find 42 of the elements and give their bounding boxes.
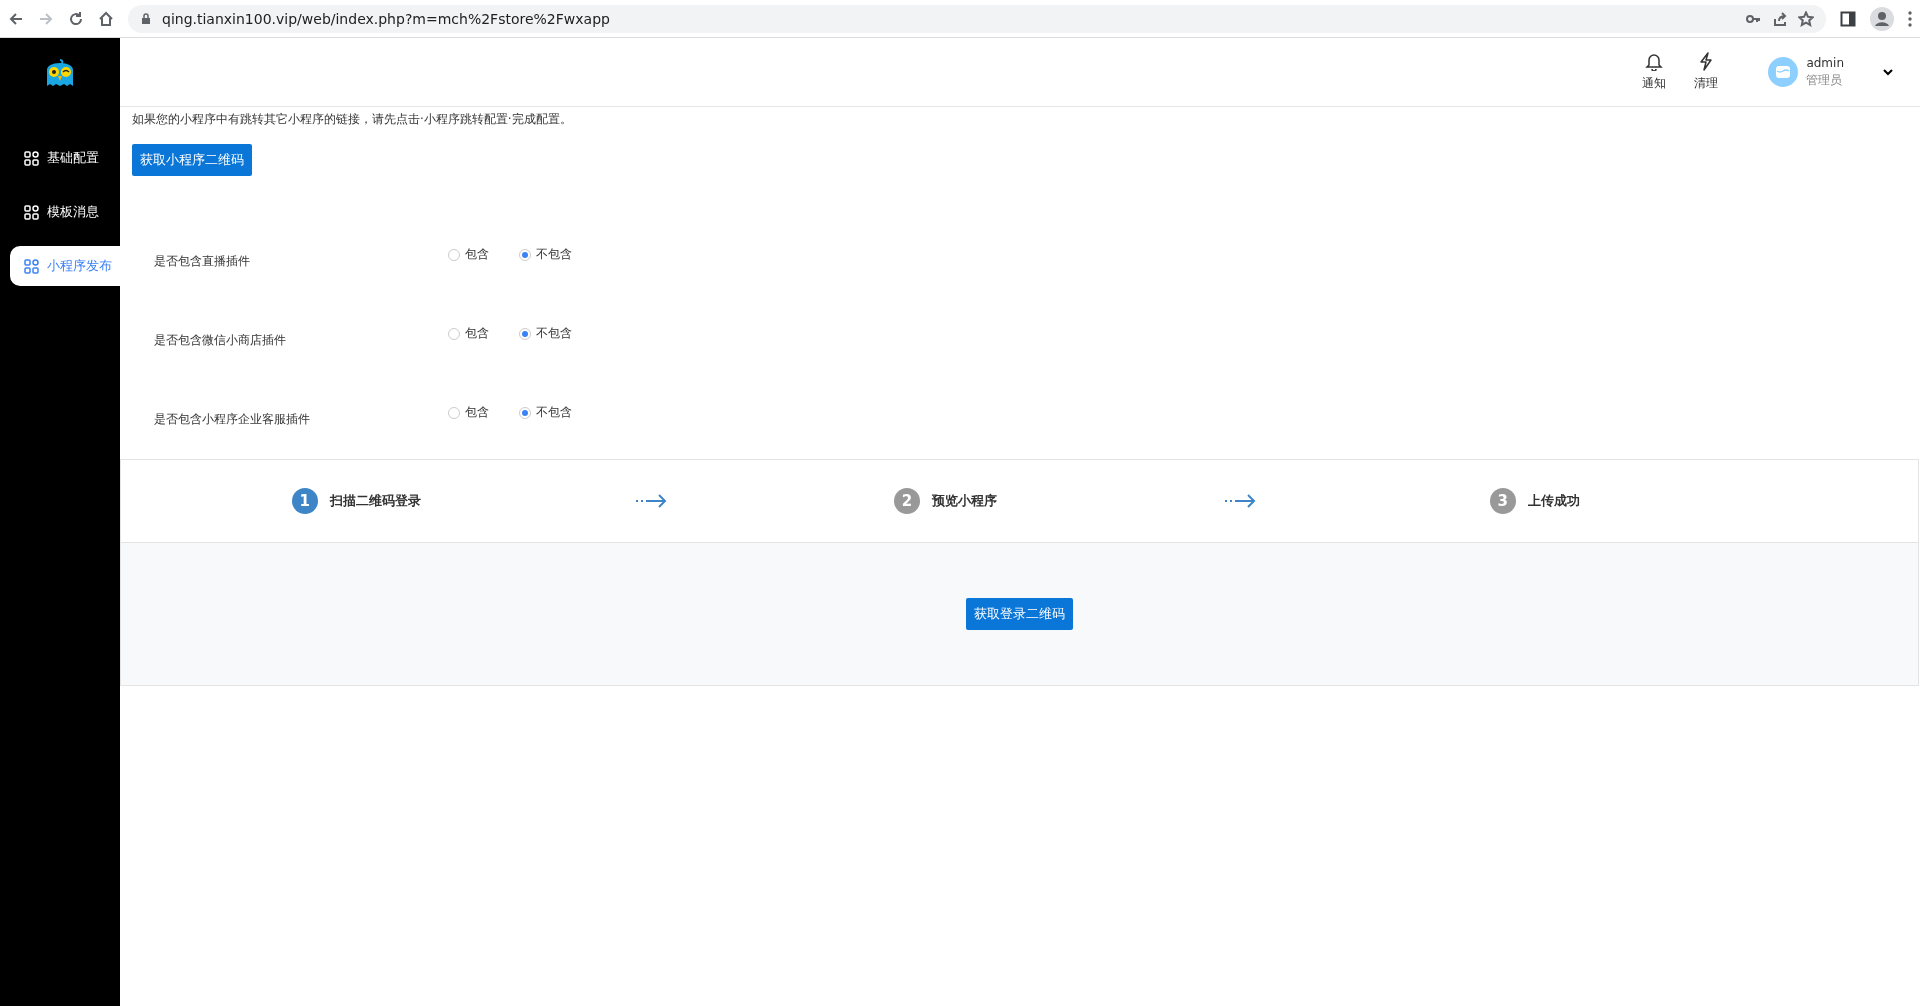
avatar-icon (1768, 57, 1799, 87)
user-name: admin (1806, 55, 1844, 70)
get-login-qr-button[interactable]: 获取登录二维码 (966, 598, 1073, 630)
radio-option[interactable]: 不包含 (519, 246, 572, 263)
chevron-down-icon[interactable] (1882, 67, 1894, 77)
star-icon[interactable] (1798, 10, 1814, 27)
notice-text: 如果您的小程序中有跳转其它小程序的链接，请先点击·小程序跳转配置·完成配置。 (132, 111, 573, 128)
side-panel-icon[interactable] (1840, 10, 1856, 27)
home-icon[interactable] (98, 10, 114, 27)
radio-option[interactable]: 不包含 (519, 325, 572, 342)
step-number: 3 (1489, 488, 1516, 514)
sidebar-item[interactable]: 基础配置 (10, 138, 120, 178)
option-label: 是否包含小程序企业客服插件 (154, 411, 311, 428)
lock-icon (140, 12, 152, 25)
option-label: 是否包含直播插件 (154, 253, 251, 270)
profile-icon[interactable] (1870, 6, 1894, 31)
user-role: 管理员 (1806, 71, 1844, 89)
radio-option[interactable]: 包含 (448, 246, 489, 263)
sidebar-item[interactable]: 模板消息 (10, 192, 120, 232)
step-number: 2 (894, 488, 920, 514)
more-icon[interactable] (1908, 10, 1912, 27)
bell-icon (1645, 52, 1664, 71)
step-label: 预览小程序 (932, 492, 997, 510)
get-qr-code-button[interactable]: 获取小程序二维码 (132, 144, 252, 176)
back-icon[interactable] (8, 10, 24, 27)
address-bar[interactable]: qing.tianxin100.vip/web/index.php?m=mch%2Fstore%2Fwxapp (128, 4, 1826, 33)
grid-icon (24, 258, 39, 274)
step-label: 上传成功 (1527, 492, 1580, 510)
grid-icon (24, 150, 39, 166)
header-action[interactable]: 清理 (1694, 52, 1719, 92)
reload-icon[interactable] (68, 10, 84, 27)
option-label: 是否包含微信小商店插件 (154, 332, 287, 349)
url-text: qing.tianxin100.vip/web/index.php?m=mch%2Fstore%2Fwxapp (162, 10, 611, 27)
grid-icon (24, 204, 39, 220)
sidebar-item[interactable]: 小程序发布 (10, 246, 120, 286)
share-icon[interactable] (1772, 10, 1788, 27)
step-label: 扫描二维码登录 (329, 492, 421, 510)
radio-option[interactable]: 不包含 (519, 404, 572, 421)
step-number: 1 (291, 488, 318, 514)
radio-option[interactable]: 包含 (448, 325, 489, 342)
header-action[interactable]: 通知 (1642, 52, 1667, 92)
radio-option[interactable]: 包含 (448, 404, 489, 421)
